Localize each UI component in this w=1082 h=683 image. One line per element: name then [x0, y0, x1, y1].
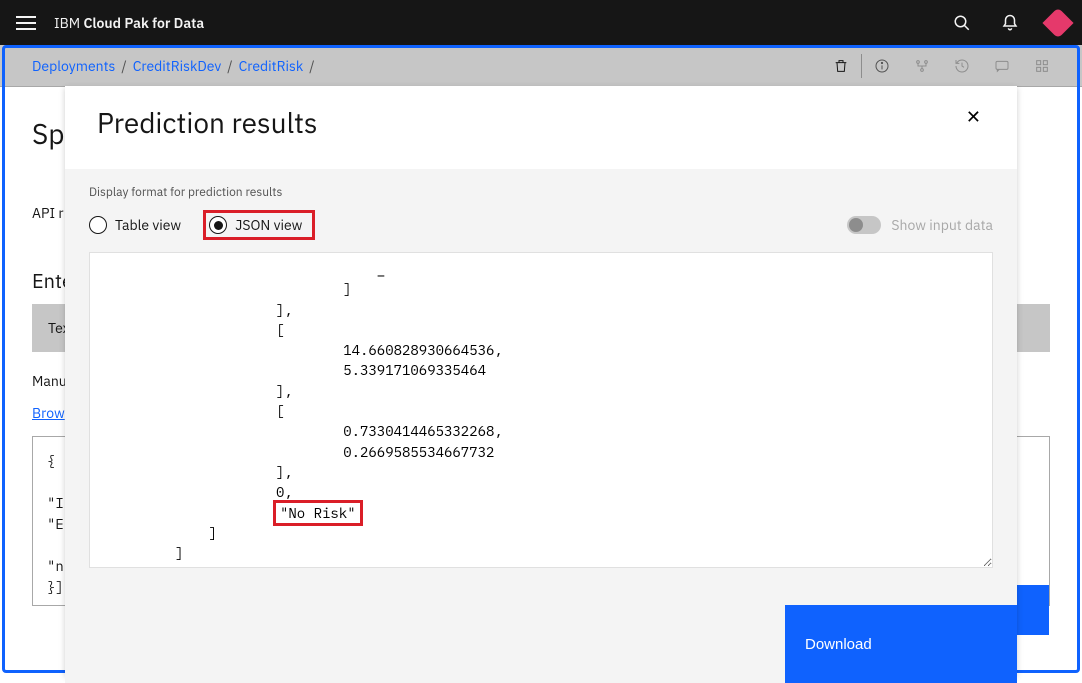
flow-icon[interactable]	[902, 45, 942, 87]
grid-icon[interactable]	[1022, 45, 1062, 87]
show-input-label: Show input data	[891, 216, 993, 234]
no-risk-highlight: "No Risk"	[276, 503, 360, 523]
table-view-label: Table view	[115, 216, 181, 234]
toggle-icon	[847, 216, 881, 234]
modal-title: Prediction results	[97, 104, 318, 141]
breadcrumb: Deployments / CreditRiskDev / CreditRisk…	[32, 57, 315, 75]
json-view-highlight: JSON view	[203, 210, 315, 240]
download-button[interactable]: Download	[785, 605, 1017, 683]
breadcrumb-creditrisk[interactable]: CreditRisk	[239, 57, 304, 75]
breadcrumb-deployments[interactable]: Deployments	[32, 57, 115, 75]
json-view-label: JSON view	[235, 216, 302, 234]
view-radio-group: Table view JSON view	[89, 210, 315, 240]
search-icon[interactable]	[938, 0, 986, 45]
hamburger-menu-icon[interactable]	[16, 13, 36, 33]
breadcrumb-bar: Deployments / CreditRiskDev / CreditRisk…	[0, 45, 1082, 87]
modal-body: Display format for prediction results Ta…	[65, 169, 1017, 605]
display-format-label: Display format for prediction results	[89, 185, 993, 200]
chat-icon[interactable]	[982, 45, 1022, 87]
table-view-radio[interactable]: Table view	[89, 216, 181, 234]
json-view-radio[interactable]: JSON view	[209, 216, 302, 234]
json-output-pane[interactable]: _ ] ], [ 14.660828930664536, 5.339171069…	[89, 252, 993, 568]
delete-icon[interactable]	[821, 45, 861, 87]
modal-footer: Download	[65, 605, 1017, 683]
show-input-toggle[interactable]: Show input data	[847, 216, 993, 234]
info-icon[interactable]	[862, 45, 902, 87]
breadcrumb-creditriskdev[interactable]: CreditRiskDev	[133, 57, 222, 75]
close-icon[interactable]: ✕	[962, 104, 985, 130]
notifications-icon[interactable]	[986, 0, 1034, 45]
brand-label: IBM Cloud Pak for Data	[54, 14, 204, 32]
app-launcher-icon[interactable]	[1034, 0, 1082, 45]
modal-header: Prediction results ✕	[65, 86, 1017, 169]
top-header: IBM Cloud Pak for Data	[0, 0, 1082, 45]
history-icon[interactable]	[942, 45, 982, 87]
prediction-results-modal: Prediction results ✕ Display format for …	[65, 86, 1017, 675]
